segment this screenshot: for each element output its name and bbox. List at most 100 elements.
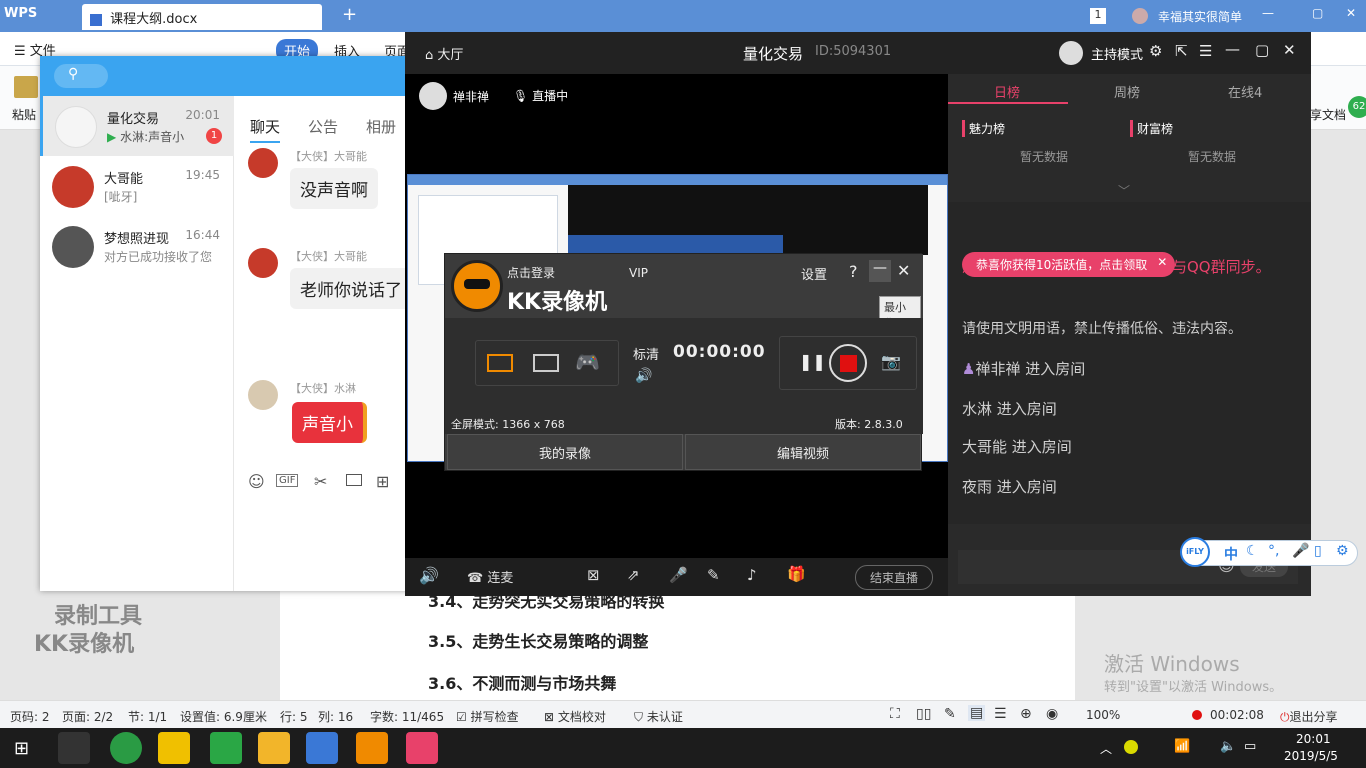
my-videos-button[interactable]: 我的录像 [447,434,683,470]
speaker-icon[interactable]: 🔊 [419,566,439,585]
host-avatar[interactable] [1059,41,1083,65]
gear-icon[interactable]: ⚙ [1149,42,1162,60]
menu-icon[interactable]: ☰ [1199,42,1212,60]
clipboard-icon[interactable]: ▯ [1314,543,1322,559]
wps-app-icon[interactable] [306,732,338,764]
maximize-icon[interactable]: ▢ [1255,41,1269,59]
host-mode[interactable]: 主持模式 [1091,44,1143,63]
qq-app-icon[interactable] [158,732,190,764]
popout-icon[interactable]: ⇱ [1175,42,1188,60]
doc-proof[interactable]: ⊠ 文档校对 [544,708,606,725]
end-live-button[interactable]: 结束直播 [855,565,934,590]
minimize-icon[interactable]: — [1262,6,1274,20]
folder-icon[interactable] [258,732,290,764]
activity-toast[interactable]: 恭喜你获得10活跃值，点击领取 ✕ [962,252,1176,277]
emoji-icon[interactable]: ☺ [248,472,265,491]
app-icon-1[interactable] [58,732,90,764]
reading-icon[interactable]: ▯▯ [916,706,931,722]
qq-window[interactable]: ⚲ 量化交易 20:01 ▶ 水淋:声音小 1 大哥能 19:45 [呲牙] 梦… [40,56,412,591]
connect-button[interactable]: ☎ 连麦 [467,567,513,586]
close-icon[interactable]: ✕ [1283,41,1296,59]
web-icon[interactable]: ⊕ [1020,706,1032,722]
conversation-item[interactable]: 大哥能 19:45 [呲牙] [40,156,234,216]
wps-logo[interactable]: WPS [4,6,37,21]
kk-help[interactable]: ? [849,262,858,281]
punct-icon[interactable]: °, [1268,543,1279,559]
kk-vip[interactable]: VIP [629,266,648,280]
gear-icon[interactable]: ⚙ [1336,543,1349,559]
pen-icon[interactable]: ✎ [944,706,956,722]
qq-search-box[interactable]: ⚲ [54,64,108,88]
tab-online[interactable]: 在线4 [1228,82,1262,101]
badge[interactable]: 62 [1348,96,1366,118]
camera-icon[interactable]: 📷 [881,352,901,371]
wifi-icon[interactable]: 📶 [1174,739,1190,754]
user-name[interactable]: 幸福其实很简单 [1158,8,1242,25]
camera-off-icon[interactable]: ⊠ [587,566,600,584]
browser-icon[interactable] [110,732,142,764]
maximize-icon[interactable]: ▢ [1312,6,1323,20]
music-icon[interactable]: ♪ [747,566,757,584]
edit-video-button[interactable]: 编辑视频 [685,434,921,470]
tab-notice[interactable]: 公告 [308,116,338,137]
lobby-button[interactable]: ⌂ 大厅 [425,44,463,63]
paste-icon[interactable] [14,76,38,98]
share-doc-label[interactable]: 享文档 [1310,106,1346,123]
spell-check[interactable]: ☑ 拼写检查 [456,708,519,725]
clock-date[interactable]: 2019/5/5 [1284,749,1338,763]
conversation-item[interactable]: 梦想照进现 16:44 对方已成功接收了您 [40,216,234,276]
edit-icon[interactable]: ✎ [707,566,720,584]
share-screen-icon[interactable]: ⇗ [627,566,640,584]
scissors-icon[interactable]: ✂ [314,472,327,491]
message-avatar[interactable] [248,148,278,178]
tab-daily-rank[interactable]: 日榜 [994,82,1020,101]
ime-lang[interactable]: 中 [1224,544,1238,564]
moon-icon[interactable]: ☾ [1246,543,1259,559]
gif-icon[interactable]: GIF [276,474,299,487]
clock-time[interactable]: 20:01 [1296,732,1331,746]
kk-app-icon[interactable] [356,732,388,764]
chevron-up-icon[interactable]: ︿ [1100,740,1112,757]
live-app-icon[interactable] [406,732,438,764]
quality-label[interactable]: 标清 [633,344,659,363]
mic-icon[interactable]: 🎤 [669,566,688,584]
wechat-icon[interactable] [210,732,242,764]
close-icon[interactable]: ✕ [897,261,910,280]
cert-status[interactable]: ⛉ 未认证 [634,708,683,725]
gift-icon[interactable]: 🎁 [787,565,806,583]
windows-start-icon[interactable]: ⊞ [14,738,29,759]
exit-share-button[interactable]: ⏻退出分享 [1280,708,1338,725]
game-mode-icon[interactable]: 🎮 [575,350,600,374]
fullscreen-icon[interactable]: ⛶ [890,706,900,722]
volume-icon[interactable]: 🔊 [635,368,652,384]
tab-weekly-rank[interactable]: 周榜 [1114,82,1140,101]
streamer-avatar[interactable] [419,82,447,110]
pause-icon[interactable]: ❚❚ [799,352,826,371]
mic-icon[interactable]: 🎤 [1292,543,1309,559]
chevron-down-icon[interactable]: ﹀ [1118,182,1130,199]
doc-tab[interactable]: 课程大纲.docx [82,4,322,30]
volume-icon[interactable]: 🔈 [1220,739,1236,754]
minimize-icon[interactable]: — [869,260,891,282]
close-icon[interactable]: ✕ [1157,255,1167,269]
page-view-icon[interactable]: ▤ [968,705,986,721]
outline-icon[interactable]: ☰ [994,706,1007,722]
tab-chat[interactable]: 聊天 [250,116,281,143]
region-mode-icon[interactable] [533,354,559,372]
folder-icon[interactable] [346,474,362,486]
fullscreen-mode-icon[interactable] [487,354,513,372]
message-avatar[interactable] [248,380,278,410]
new-tab-icon[interactable]: + [342,4,357,25]
close-icon[interactable]: ✕ [1346,6,1356,20]
eye-icon[interactable]: ◉ [1046,706,1058,722]
screenshot-icon[interactable]: ⊞ [376,472,389,491]
ime-tray-icon[interactable]: ▭ [1244,739,1256,754]
record-button[interactable] [829,344,867,382]
status-words[interactable]: 字数: 11/465 [370,708,444,725]
ifly-logo[interactable]: iFLY [1180,537,1210,567]
kk-recorder-window[interactable]: 点击登录 VIP 设置 ? — ✕ KK录像机 最小化 🎮 标清 00:00:0… [444,253,923,471]
kk-login[interactable]: 点击登录 [507,264,555,281]
kk-settings[interactable]: 设置 [801,264,827,283]
minimize-icon[interactable]: — [1225,40,1240,58]
user-avatar[interactable] [1132,8,1148,24]
